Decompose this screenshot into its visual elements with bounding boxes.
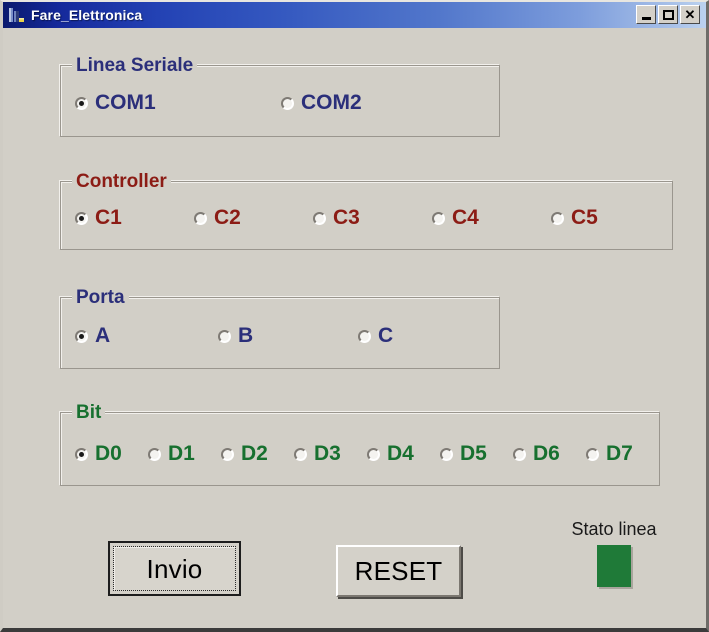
radio-dot-icon [75,96,88,110]
radio-porta-a[interactable]: A [75,325,110,347]
radio-d0-label: D0 [95,442,122,465]
radio-com1-label: COM1 [95,91,156,114]
radio-d7[interactable]: D7 [586,443,633,465]
line-status-led [597,545,631,587]
maximize-button[interactable] [658,5,678,24]
radio-d2[interactable]: D2 [221,443,268,465]
send-button-inner: Invio [113,546,236,591]
radio-dot-icon [294,447,307,461]
radio-dot-icon [367,447,380,461]
radio-dot-icon [218,329,231,343]
radio-dot-icon [194,211,207,225]
radio-d1-label: D1 [168,442,195,465]
reset-button[interactable]: RESET [336,545,461,597]
radio-dot-icon [281,96,294,110]
title-bar[interactable]: Fare_Elettronica ✕ [3,2,706,28]
radio-c3-label: C3 [333,206,360,229]
group-linea-seriale-title: Linea Seriale [72,55,198,77]
radio-dot-icon [358,329,371,343]
group-bit: Bit D0 D1 D2 D3 D4 D5 D6 D7 [60,402,660,486]
vb-app-icon [8,6,26,24]
reset-button-label: RESET [354,556,443,586]
send-button-label: Invio [146,553,203,584]
radio-dot-icon [313,211,326,225]
radio-d5-label: D5 [460,442,487,465]
maximize-icon [662,9,674,20]
radio-porta-c[interactable]: C [358,325,393,347]
line-status-indicator: Stato linea [554,519,674,587]
radio-d5[interactable]: D5 [440,443,487,465]
radio-d4-label: D4 [387,442,414,465]
radio-d6[interactable]: D6 [513,443,560,465]
radio-d7-label: D7 [606,442,633,465]
radio-dot-icon [75,447,88,461]
radio-dot-icon [513,447,526,461]
radio-dot-icon [551,211,564,225]
close-button[interactable]: ✕ [680,5,700,24]
radio-d3[interactable]: D3 [294,443,341,465]
radio-c1-label: C1 [95,206,122,229]
radio-dot-icon [75,329,88,343]
radio-c4[interactable]: C4 [432,207,479,229]
radio-porta-c-label: C [378,324,394,347]
send-button[interactable]: Invio [108,541,241,596]
line-status-caption: Stato linea [571,519,657,539]
radio-dot-icon [221,447,234,461]
radio-d4[interactable]: D4 [367,443,414,465]
radio-c2[interactable]: C2 [194,207,241,229]
close-icon: ✕ [684,6,696,22]
radio-c3[interactable]: C3 [313,207,360,229]
group-controller: Controller C1 C2 C3 C4 C5 [60,171,673,250]
radio-dot-icon [432,211,445,225]
radio-c4-label: C4 [452,206,479,229]
radio-c5-label: C5 [571,206,598,229]
radio-dot-icon [75,211,88,225]
radio-d0[interactable]: D0 [75,443,122,465]
radio-c5[interactable]: C5 [551,207,598,229]
radio-com1[interactable]: COM1 [75,92,156,114]
application-window: Fare_Elettronica ✕ Linea Seriale COM1 CO… [0,0,709,632]
radio-dot-icon [440,447,453,461]
radio-porta-b-label: B [238,324,254,347]
group-controller-title: Controller [72,171,171,193]
window-title: Fare_Elettronica [31,7,143,23]
radio-porta-a-label: A [95,324,111,347]
minimize-icon [641,16,651,20]
radio-com2-label: COM2 [301,91,362,114]
group-linea-seriale: Linea Seriale COM1 COM2 [60,55,500,137]
group-porta: Porta A B C [60,287,500,369]
group-porta-title: Porta [72,287,129,309]
radio-c1[interactable]: C1 [75,207,122,229]
minimize-button[interactable] [636,5,656,24]
window-controls: ✕ [636,5,700,24]
group-bit-title: Bit [72,402,106,424]
radio-dot-icon [148,447,161,461]
radio-com2[interactable]: COM2 [281,92,362,114]
radio-c2-label: C2 [214,206,241,229]
radio-d3-label: D3 [314,442,341,465]
radio-porta-b[interactable]: B [218,325,253,347]
radio-d1[interactable]: D1 [148,443,195,465]
client-area: Linea Seriale COM1 COM2 Controller C1 C2 [3,29,706,627]
radio-d2-label: D2 [241,442,268,465]
radio-d6-label: D6 [533,442,560,465]
radio-dot-icon [586,447,599,461]
